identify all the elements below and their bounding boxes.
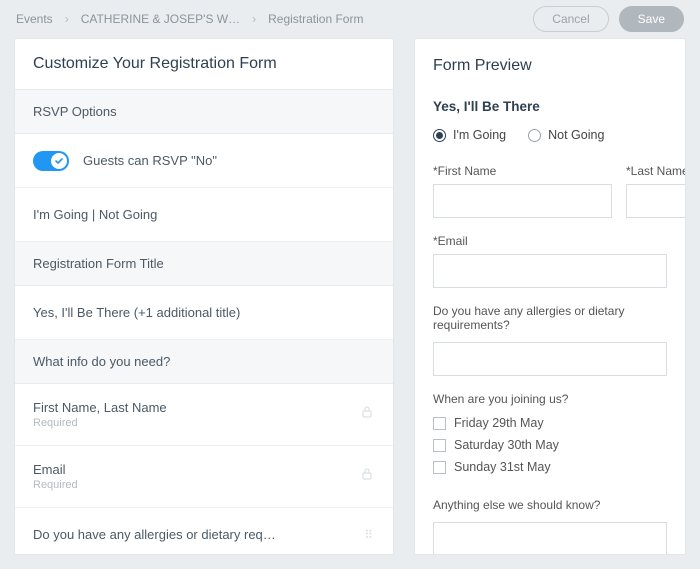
- preview-panel: Form Preview Yes, I'll Be There I'm Goin…: [414, 38, 686, 555]
- save-button[interactable]: Save: [619, 6, 684, 32]
- checkbox-option-1[interactable]: Saturday 30th May: [433, 438, 667, 452]
- cancel-button[interactable]: Cancel: [533, 6, 608, 32]
- breadcrumb-item[interactable]: CATHERINE & JOSEP'S W…: [81, 12, 240, 26]
- toggle-knob: [51, 153, 67, 169]
- checkbox-option-0[interactable]: Friday 29th May: [433, 416, 667, 430]
- toggle-rsvp-no[interactable]: [33, 151, 69, 171]
- other-label: Anything else we should know?: [433, 498, 667, 512]
- checkbox-label: Friday 29th May: [454, 416, 544, 430]
- checkbox-label: Saturday 30th May: [454, 438, 559, 452]
- first-name-input[interactable]: [433, 184, 612, 218]
- editor-panel: Customize Your Registration Form RSVP Op…: [14, 38, 394, 555]
- rsvp-labels-text: I'm Going | Not Going: [33, 207, 157, 222]
- checkbox-icon: [433, 417, 446, 430]
- lock-icon: [359, 466, 375, 487]
- field-label: Do you have any allergies or dietary req…: [33, 527, 276, 542]
- field-label: Email: [33, 462, 78, 477]
- checkbox-icon: [433, 461, 446, 474]
- allergies-input[interactable]: [433, 342, 667, 376]
- email-input[interactable]: [433, 254, 667, 288]
- toggle-label: Guests can RSVP "No": [83, 153, 217, 168]
- field-sublabel: Required: [33, 417, 167, 429]
- radio-going[interactable]: I'm Going: [433, 128, 506, 142]
- breadcrumb-item[interactable]: Events: [16, 12, 53, 26]
- header-actions: Cancel Save: [533, 6, 684, 32]
- field-label: First Name, Last Name: [33, 400, 167, 415]
- email-field: *Email: [433, 234, 667, 288]
- section-header-info-needed: What info do you need?: [15, 340, 393, 384]
- form-title-value: Yes, I'll Be There (+1 additional title): [33, 305, 240, 320]
- radio-label: I'm Going: [453, 128, 506, 142]
- radio-label: Not Going: [548, 128, 604, 142]
- header-bar: Events › CATHERINE & JOSEP'S W… › Regist…: [0, 0, 700, 38]
- first-name-field: *First Name: [433, 164, 612, 218]
- row-form-title[interactable]: Yes, I'll Be There (+1 additional title): [15, 286, 393, 340]
- row-rsvp-labels[interactable]: I'm Going | Not Going: [15, 188, 393, 242]
- drag-handle-icon[interactable]: ⠿: [364, 532, 375, 538]
- email-label: *Email: [433, 234, 667, 248]
- field-row-name[interactable]: First Name, Last Name Required: [15, 384, 393, 446]
- last-name-input[interactable]: [626, 184, 686, 218]
- last-name-label: *Last Name: [626, 164, 686, 178]
- field-sublabel: Required: [33, 479, 78, 491]
- field-row-allergies[interactable]: Do you have any allergies or dietary req…: [15, 508, 393, 554]
- checkbox-option-2[interactable]: Sunday 31st May: [433, 460, 667, 474]
- field-row-email[interactable]: Email Required: [15, 446, 393, 508]
- allergies-label: Do you have any allergies or dietary req…: [433, 304, 667, 332]
- rsvp-radio-group: I'm Going Not Going: [433, 128, 667, 142]
- radio-not-going[interactable]: Not Going: [528, 128, 604, 142]
- radio-icon: [433, 129, 446, 142]
- checkbox-label: Sunday 31st May: [454, 460, 551, 474]
- preview-subtitle: Yes, I'll Be There: [433, 99, 667, 114]
- joining-label: When are you joining us?: [433, 392, 667, 406]
- section-header-form-title: Registration Form Title: [15, 242, 393, 286]
- lock-icon: [359, 404, 375, 425]
- last-name-field: *Last Name: [626, 164, 686, 218]
- other-textarea[interactable]: [433, 522, 667, 555]
- breadcrumb-item: Registration Form: [268, 12, 363, 26]
- radio-icon: [528, 129, 541, 142]
- first-name-label: *First Name: [433, 164, 612, 178]
- row-rsvp-toggle[interactable]: Guests can RSVP "No": [15, 134, 393, 188]
- chevron-right-icon: ›: [252, 12, 256, 26]
- breadcrumb: Events › CATHERINE & JOSEP'S W… › Regist…: [16, 12, 363, 26]
- section-header-rsvp-options: RSVP Options: [15, 90, 393, 134]
- page-title: Customize Your Registration Form: [15, 39, 393, 90]
- chevron-right-icon: ›: [65, 12, 69, 26]
- preview-title: Form Preview: [433, 57, 667, 75]
- checkbox-icon: [433, 439, 446, 452]
